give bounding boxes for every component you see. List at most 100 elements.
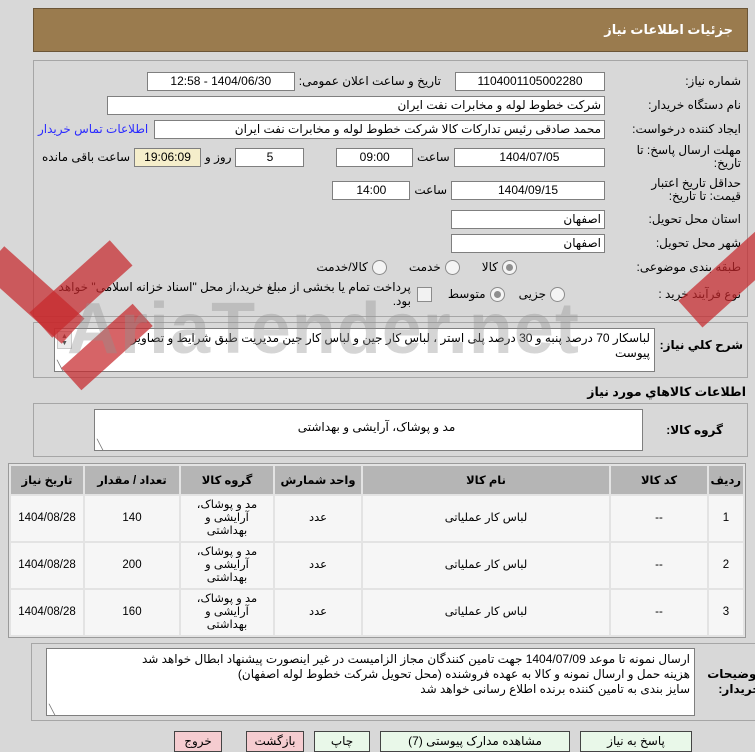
table-row: 2 -- لباس کار عملیاتی عدد مد و پوشاک، آرایشی…	[12, 543, 744, 588]
row-classification: طبقه بندی موضوعی: کالا خدمت کالا/خدمت	[39, 256, 742, 278]
province-field[interactable]: اصفهان	[452, 209, 606, 229]
radio-process-minor[interactable]	[551, 286, 566, 302]
radio-class-service-label: خدمت	[409, 260, 442, 274]
announce-datetime-field[interactable]: 1404/06/30 - 12:58	[147, 71, 296, 91]
buyer-notes-label: توضیحات خریدار:	[708, 667, 755, 696]
radio-class-both[interactable]	[372, 259, 388, 275]
table-header-cell: واحد شمارش	[276, 466, 362, 494]
general-description-section: شرح کلي نیاز: لباسکار 70 درصد پنبه و 30 …	[34, 322, 749, 378]
scrollbar-arrows-icon[interactable]: ▲ ▼	[58, 331, 73, 349]
table-cell: عدد	[276, 496, 362, 541]
page-title: جزئیات اطلاعات نیاز	[34, 8, 749, 52]
request-creator-label: ایجاد کننده درخواست:	[633, 121, 742, 136]
treasury-checkbox[interactable]	[417, 286, 433, 302]
radio-process-medium-label: متوسط	[448, 287, 487, 301]
resize-handle-icon[interactable]: ╲	[50, 706, 56, 716]
buyer-notes-textarea[interactable]: ارسال نمونه تا موعد 1404/07/09 جهت تامین…	[47, 648, 696, 716]
general-description-label: شرح کلي نیاز:	[660, 338, 744, 352]
action-buttons: پاسخ به نیاز مشاهده مدارک پیوستی (7) چاپ…	[34, 731, 749, 752]
classification-label: طبقه بندی موضوعی:	[637, 259, 742, 274]
goods-table: ردیف کد کالا نام کالا واحد شمارش گروه کالا تع…	[9, 463, 747, 638]
resize-handle-icon[interactable]: ╲	[98, 441, 104, 451]
deadline-time-field[interactable]: 09:00	[337, 147, 415, 167]
table-cell: 3	[710, 590, 744, 635]
radio-process-minor-label: جزیی	[519, 287, 547, 301]
radio-class-both-label: کالا/خدمت	[317, 260, 369, 274]
page: جزئیات اطلاعات نیاز شماره نیاز: 11040011…	[0, 0, 755, 752]
row-price-validity: حداقل تاریخ اعتبار قیمت: تا تاریخ: 1404/…	[39, 174, 742, 206]
table-cell: 1404/08/28	[12, 543, 84, 588]
row-request-creator: ایجاد کننده درخواست: محمد صادقی رئیس تدا…	[39, 118, 742, 140]
resize-handle-icon[interactable]: ╲	[58, 362, 64, 372]
radio-class-goods[interactable]	[503, 259, 518, 275]
table-header-cell: گروه کالا	[182, 466, 274, 494]
remaining-days-label: روز و	[205, 150, 233, 164]
view-attached-docs-button[interactable]: مشاهده مدارک پیوستی (7)	[381, 731, 571, 752]
table-header-cell: کد کالا	[612, 466, 708, 494]
announce-datetime-label: تاریخ و ساعت اعلان عمومی:	[299, 74, 442, 88]
table-cell: 1	[710, 496, 744, 541]
table-cell: 2	[710, 543, 744, 588]
validity-time-field[interactable]: 14:00	[333, 180, 412, 200]
goods-group-textarea[interactable]: مد و پوشاک، آرایشی و بهداشتی ╲	[95, 409, 644, 451]
radio-class-service[interactable]	[445, 259, 461, 275]
table-header-cell: نام کالا	[364, 466, 610, 494]
city-field[interactable]: اصفهان	[452, 233, 606, 253]
table-cell: عدد	[276, 543, 362, 588]
table-header-cell: تاریخ نیاز	[12, 466, 84, 494]
row-province: استان محل تحویل: اصفهان	[39, 208, 742, 230]
row-response-deadline: مهلت ارسال پاسخ: تا تاریخ: 1404/07/05 سا…	[39, 142, 742, 172]
row-city: شهر محل تحویل: اصفهان	[39, 232, 742, 254]
request-creator-field[interactable]: محمد صادقی رئیس تدارکات کالا شرکت خطوط ل…	[155, 119, 606, 139]
treasury-checkbox-label: پرداخت تمام یا بخشی از مبلغ خرید،از محل …	[59, 280, 412, 308]
row-process-type: نوع فرآیند خرید : جزیی متوسط پرداخت تمام…	[39, 280, 742, 308]
table-cell: لباس کار عملیاتی	[364, 590, 610, 635]
province-label: استان محل تحویل:	[649, 211, 742, 226]
need-number-label: شماره نیاز:	[686, 73, 742, 88]
table-cell: 140	[86, 496, 180, 541]
table-header-cell: تعداد / مقدار	[86, 466, 180, 494]
goods-group-section: گروه کالا: مد و پوشاک، آرایشی و بهداشتی …	[34, 403, 749, 457]
remaining-time-field[interactable]: 19:06:09	[135, 147, 202, 167]
table-cell: --	[612, 543, 708, 588]
exit-button[interactable]: خروج	[175, 731, 223, 752]
price-validity-label: حداقل تاریخ اعتبار قیمت: تا تاریخ:	[652, 176, 742, 203]
general-description-text: لباسکار 70 درصد پنبه و 30 درصد پلی استر …	[131, 331, 651, 360]
remaining-days-field[interactable]: 5	[236, 147, 306, 167]
table-cell: 1404/08/28	[12, 496, 84, 541]
city-label: شهر محل تحویل:	[656, 235, 742, 250]
back-button[interactable]: بازگشت	[247, 731, 305, 752]
respond-to-need-button[interactable]: پاسخ به نیاز	[581, 731, 693, 752]
table-cell: مد و پوشاک، آرایشی و بهداشتی	[182, 496, 274, 541]
table-header-cell: ردیف	[710, 466, 744, 494]
table-row: 3 -- لباس کار عملیاتی عدد مد و پوشاک، آرایشی…	[12, 590, 744, 635]
response-deadline-label: مهلت ارسال پاسخ: تا تاریخ:	[637, 143, 742, 170]
need-number-field[interactable]: 1104001105002280	[456, 71, 606, 91]
general-description-textarea[interactable]: لباسکار 70 درصد پنبه و 30 درصد پلی استر …	[55, 328, 656, 372]
remaining-time-label: ساعت باقی مانده	[43, 150, 132, 164]
radio-class-goods-label: کالا	[482, 260, 499, 274]
table-cell: --	[612, 496, 708, 541]
goods-group-label: گروه کالا:	[667, 423, 724, 437]
buyer-contact-link[interactable]: اطلاعات تماس خریدار	[39, 122, 149, 136]
row-need-number: شماره نیاز: 1104001105002280 تاریخ و ساع…	[39, 70, 742, 92]
radio-process-medium[interactable]	[490, 286, 506, 302]
print-button[interactable]: چاپ	[315, 731, 371, 752]
validity-hour-label: ساعت	[415, 183, 448, 197]
need-info-form: شماره نیاز: 1104001105002280 تاریخ و ساع…	[34, 60, 749, 317]
table-cell: لباس کار عملیاتی	[364, 543, 610, 588]
table-cell: لباس کار عملیاتی	[364, 496, 610, 541]
table-cell: 1404/08/28	[12, 590, 84, 635]
deadline-hour-label: ساعت	[418, 150, 451, 164]
table-cell: عدد	[276, 590, 362, 635]
validity-date-field[interactable]: 1404/09/15	[452, 180, 606, 200]
buyer-org-field[interactable]: شرکت خطوط لوله و مخابرات نفت ایران	[108, 95, 606, 115]
buyer-org-label: نام دستگاه خریدار:	[649, 97, 742, 112]
buyer-notes-text: ارسال نمونه تا موعد 1404/07/09 جهت تامین…	[142, 652, 691, 696]
table-cell: مد و پوشاک، آرایشی و بهداشتی	[182, 590, 274, 635]
row-buyer-org: نام دستگاه خریدار: شرکت خطوط لوله و مخاب…	[39, 94, 742, 116]
table-cell: مد و پوشاک، آرایشی و بهداشتی	[182, 543, 274, 588]
process-type-label: نوع فرآیند خرید :	[659, 286, 742, 301]
goods-info-header: اطلاعات کالاهاي مورد نیاز	[588, 385, 747, 399]
deadline-date-field[interactable]: 1404/07/05	[454, 147, 606, 167]
